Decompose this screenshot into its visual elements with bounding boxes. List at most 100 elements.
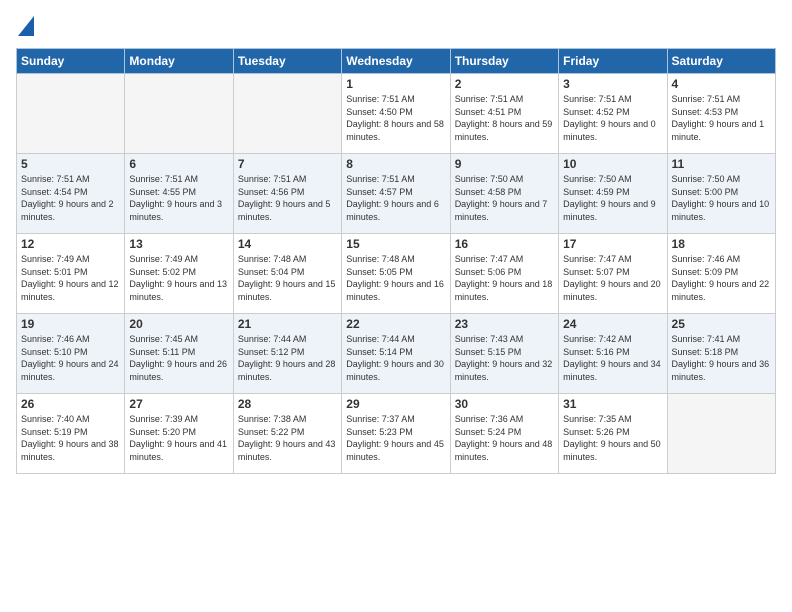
day-number: 16 — [455, 237, 554, 251]
calendar-cell: 20 Sunrise: 7:45 AM Sunset: 5:11 PM Dayli… — [125, 314, 233, 394]
day-number: 17 — [563, 237, 662, 251]
day-header-saturday: Saturday — [667, 49, 775, 74]
days-header-row: SundayMondayTuesdayWednesdayThursdayFrid… — [17, 49, 776, 74]
calendar-cell: 6 Sunrise: 7:51 AM Sunset: 4:55 PM Daylig… — [125, 154, 233, 234]
day-number: 18 — [672, 237, 771, 251]
logo-arrow-icon — [18, 16, 34, 36]
day-info: Sunrise: 7:51 AM Sunset: 4:56 PM Dayligh… — [238, 173, 337, 223]
day-info: Sunrise: 7:51 AM Sunset: 4:54 PM Dayligh… — [21, 173, 120, 223]
calendar-cell: 4Sunrise: 7:51 AM Sunset: 4:53 PM Daylig… — [667, 74, 775, 154]
calendar-cell: 5 Sunrise: 7:51 AM Sunset: 4:54 PM Daylig… — [17, 154, 125, 234]
calendar-cell: 15Sunrise: 7:48 AM Sunset: 5:05 PM Dayli… — [342, 234, 450, 314]
day-info: Sunrise: 7:42 AM Sunset: 5:16 PM Dayligh… — [563, 333, 662, 383]
day-number: 5 — [21, 157, 120, 171]
day-info: Sunrise: 7:51 AM Sunset: 4:57 PM Dayligh… — [346, 173, 445, 223]
day-info: Sunrise: 7:49 AM Sunset: 5:01 PM Dayligh… — [21, 253, 120, 303]
day-number: 12 — [21, 237, 120, 251]
calendar-cell: 13Sunrise: 7:49 AM Sunset: 5:02 PM Dayli… — [125, 234, 233, 314]
day-number: 2 — [455, 77, 554, 91]
day-info: Sunrise: 7:50 AM Sunset: 4:58 PM Dayligh… — [455, 173, 554, 223]
day-info: Sunrise: 7:38 AM Sunset: 5:22 PM Dayligh… — [238, 413, 337, 463]
day-info: Sunrise: 7:44 AM Sunset: 5:12 PM Dayligh… — [238, 333, 337, 383]
day-info: Sunrise: 7:40 AM Sunset: 5:19 PM Dayligh… — [21, 413, 120, 463]
day-number: 27 — [129, 397, 228, 411]
calendar-cell: 31 Sunrise: 7:35 AM Sunset: 5:26 PM Dayli… — [559, 394, 667, 474]
calendar-cell — [667, 394, 775, 474]
day-info: Sunrise: 7:35 AM Sunset: 5:26 PM Dayligh… — [563, 413, 662, 463]
day-header-wednesday: Wednesday — [342, 49, 450, 74]
calendar-cell: 9 Sunrise: 7:50 AM Sunset: 4:58 PM Daylig… — [450, 154, 558, 234]
day-number: 28 — [238, 397, 337, 411]
calendar-cell: 11 Sunrise: 7:50 AM Sunset: 5:00 PM Dayli… — [667, 154, 775, 234]
calendar-cell: 8 Sunrise: 7:51 AM Sunset: 4:57 PM Daylig… — [342, 154, 450, 234]
day-info: Sunrise: 7:39 AM Sunset: 5:20 PM Dayligh… — [129, 413, 228, 463]
day-header-thursday: Thursday — [450, 49, 558, 74]
day-number: 3 — [563, 77, 662, 91]
calendar-cell: 25Sunrise: 7:41 AM Sunset: 5:18 PM Dayli… — [667, 314, 775, 394]
day-info: Sunrise: 7:46 AM Sunset: 5:10 PM Dayligh… — [21, 333, 120, 383]
week-row-1: 1 Sunrise: 7:51 AM Sunset: 4:50 PM Daylig… — [17, 74, 776, 154]
calendar-cell: 7 Sunrise: 7:51 AM Sunset: 4:56 PM Daylig… — [233, 154, 341, 234]
day-number: 13 — [129, 237, 228, 251]
calendar-cell: 23Sunrise: 7:43 AM Sunset: 5:15 PM Dayli… — [450, 314, 558, 394]
calendar-cell: 2 Sunrise: 7:51 AM Sunset: 4:51 PM Daylig… — [450, 74, 558, 154]
day-info: Sunrise: 7:51 AM Sunset: 4:51 PM Dayligh… — [455, 93, 554, 143]
day-number: 6 — [129, 157, 228, 171]
day-header-sunday: Sunday — [17, 49, 125, 74]
day-number: 31 — [563, 397, 662, 411]
calendar-cell: 12 Sunrise: 7:49 AM Sunset: 5:01 PM Dayli… — [17, 234, 125, 314]
day-info: Sunrise: 7:45 AM Sunset: 5:11 PM Dayligh… — [129, 333, 228, 383]
calendar-cell: 27 Sunrise: 7:39 AM Sunset: 5:20 PM Dayli… — [125, 394, 233, 474]
day-info: Sunrise: 7:50 AM Sunset: 4:59 PM Dayligh… — [563, 173, 662, 223]
week-row-4: 19 Sunrise: 7:46 AM Sunset: 5:10 PM Dayli… — [17, 314, 776, 394]
calendar-cell: 14 Sunrise: 7:48 AM Sunset: 5:04 PM Dayli… — [233, 234, 341, 314]
calendar-cell: 24 Sunrise: 7:42 AM Sunset: 5:16 PM Dayli… — [559, 314, 667, 394]
day-info: Sunrise: 7:37 AM Sunset: 5:23 PM Dayligh… — [346, 413, 445, 463]
calendar-cell: 29 Sunrise: 7:37 AM Sunset: 5:23 PM Dayli… — [342, 394, 450, 474]
day-number: 9 — [455, 157, 554, 171]
calendar-cell: 1 Sunrise: 7:51 AM Sunset: 4:50 PM Daylig… — [342, 74, 450, 154]
day-number: 8 — [346, 157, 445, 171]
day-header-tuesday: Tuesday — [233, 49, 341, 74]
calendar-cell: 18Sunrise: 7:46 AM Sunset: 5:09 PM Dayli… — [667, 234, 775, 314]
day-header-friday: Friday — [559, 49, 667, 74]
day-number: 24 — [563, 317, 662, 331]
calendar-table: SundayMondayTuesdayWednesdayThursdayFrid… — [16, 48, 776, 474]
day-number: 25 — [672, 317, 771, 331]
calendar-cell: 17Sunrise: 7:47 AM Sunset: 5:07 PM Dayli… — [559, 234, 667, 314]
day-info: Sunrise: 7:47 AM Sunset: 5:06 PM Dayligh… — [455, 253, 554, 303]
day-number: 22 — [346, 317, 445, 331]
day-number: 26 — [21, 397, 120, 411]
day-number: 21 — [238, 317, 337, 331]
calendar-cell: 22 Sunrise: 7:44 AM Sunset: 5:14 PM Dayli… — [342, 314, 450, 394]
day-number: 20 — [129, 317, 228, 331]
day-number: 30 — [455, 397, 554, 411]
day-info: Sunrise: 7:50 AM Sunset: 5:00 PM Dayligh… — [672, 173, 771, 223]
day-number: 19 — [21, 317, 120, 331]
day-header-monday: Monday — [125, 49, 233, 74]
day-info: Sunrise: 7:44 AM Sunset: 5:14 PM Dayligh… — [346, 333, 445, 383]
calendar-cell: 30 Sunrise: 7:36 AM Sunset: 5:24 PM Dayli… — [450, 394, 558, 474]
week-row-2: 5 Sunrise: 7:51 AM Sunset: 4:54 PM Daylig… — [17, 154, 776, 234]
day-info: Sunrise: 7:36 AM Sunset: 5:24 PM Dayligh… — [455, 413, 554, 463]
calendar-cell: 10 Sunrise: 7:50 AM Sunset: 4:59 PM Dayli… — [559, 154, 667, 234]
calendar-cell: 16 Sunrise: 7:47 AM Sunset: 5:06 PM Dayli… — [450, 234, 558, 314]
logo — [16, 16, 34, 36]
day-info: Sunrise: 7:51 AM Sunset: 4:52 PM Dayligh… — [563, 93, 662, 143]
day-number: 15 — [346, 237, 445, 251]
calendar-cell: 3 Sunrise: 7:51 AM Sunset: 4:52 PM Daylig… — [559, 74, 667, 154]
day-number: 7 — [238, 157, 337, 171]
day-number: 14 — [238, 237, 337, 251]
calendar-cell: 26 Sunrise: 7:40 AM Sunset: 5:19 PM Dayli… — [17, 394, 125, 474]
day-number: 23 — [455, 317, 554, 331]
calendar-cell: 28 Sunrise: 7:38 AM Sunset: 5:22 PM Dayli… — [233, 394, 341, 474]
day-number: 1 — [346, 77, 445, 91]
calendar-cell — [17, 74, 125, 154]
week-row-5: 26 Sunrise: 7:40 AM Sunset: 5:19 PM Dayli… — [17, 394, 776, 474]
day-info: Sunrise: 7:48 AM Sunset: 5:04 PM Dayligh… — [238, 253, 337, 303]
day-info: Sunrise: 7:51 AM Sunset: 4:55 PM Dayligh… — [129, 173, 228, 223]
day-number: 10 — [563, 157, 662, 171]
day-number: 11 — [672, 157, 771, 171]
day-number: 29 — [346, 397, 445, 411]
day-info: Sunrise: 7:51 AM Sunset: 4:50 PM Dayligh… — [346, 93, 445, 143]
